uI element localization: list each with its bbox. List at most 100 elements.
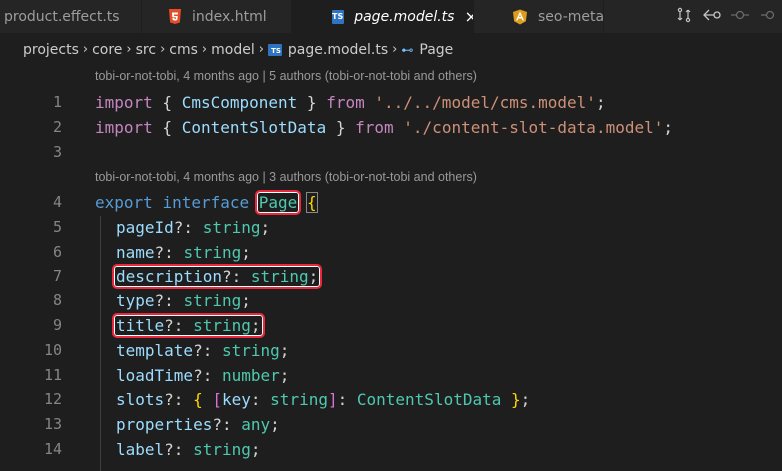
keyword: interface bbox=[162, 192, 250, 212]
punctuation: ?: bbox=[212, 414, 242, 434]
chevron-right-icon: › bbox=[258, 42, 264, 57]
breadcrumb-item-file[interactable]: TS page.model.ts bbox=[267, 42, 388, 58]
breadcrumb-item-src[interactable]: src bbox=[136, 42, 156, 58]
tab-label: seo-meta.s bbox=[538, 8, 604, 25]
line-number: 8 bbox=[52, 291, 62, 309]
index-key: key bbox=[222, 389, 251, 409]
string-literal: './content-slot-data.model' bbox=[403, 117, 664, 137]
tab-page-model[interactable]: TS page.model.ts × bbox=[292, 0, 474, 33]
punctuation: ; bbox=[241, 242, 251, 262]
tab-label: product.effect.ts bbox=[4, 8, 120, 25]
line-content: loadTime?: number; bbox=[116, 366, 289, 385]
chevron-right-icon: › bbox=[160, 42, 166, 57]
punctuation: ?: bbox=[193, 340, 222, 360]
punctuation: { bbox=[152, 92, 182, 112]
punctuation: ?: bbox=[164, 439, 194, 459]
line-content: template?: string; bbox=[116, 341, 289, 360]
angular-icon bbox=[512, 9, 528, 25]
breadcrumb-item-core[interactable]: core bbox=[92, 42, 122, 58]
property-name: loadTime bbox=[116, 365, 194, 385]
brace: } bbox=[511, 389, 521, 409]
line-number: 6 bbox=[52, 243, 62, 261]
keyword: from bbox=[355, 117, 394, 137]
punctuation: ?: bbox=[193, 365, 222, 385]
line-number: 1 bbox=[52, 93, 62, 111]
typescript-icon: TS bbox=[267, 43, 282, 56]
punctuation: ; bbox=[250, 315, 261, 335]
property-name: description bbox=[116, 266, 222, 286]
type-name: string bbox=[221, 340, 280, 360]
punctuation: ?: bbox=[154, 290, 184, 310]
code-line: 8 type?: string; bbox=[0, 288, 782, 312]
chevron-right-icon: › bbox=[201, 42, 208, 57]
git-next-icon[interactable] bbox=[754, 8, 782, 26]
line-number: 3 bbox=[52, 143, 62, 161]
breadcrumb-item-projects[interactable]: projects bbox=[23, 42, 79, 58]
property-name: label bbox=[116, 439, 165, 459]
line-number: 12 bbox=[43, 390, 62, 408]
code-line: 6 name?: string; bbox=[0, 240, 782, 264]
type-name: string bbox=[193, 315, 251, 335]
punctuation: ; bbox=[595, 92, 606, 112]
code-line: 4 export interface Page { bbox=[0, 189, 782, 215]
git-commit-icon[interactable] bbox=[726, 8, 754, 26]
code-line: 13 properties?: any; bbox=[0, 412, 782, 436]
code-line: 5 pageId?: string; bbox=[0, 215, 782, 239]
type-name: string bbox=[193, 439, 251, 459]
keyword: import bbox=[95, 92, 153, 112]
line-content: name?: string; bbox=[116, 243, 251, 262]
punctuation: } bbox=[326, 117, 356, 137]
type-name: any bbox=[241, 414, 271, 434]
type-name: ContentSlotData bbox=[356, 389, 502, 409]
git-codelens[interactable]: tobi-or-not-tobi, 4 months ago | 3 autho… bbox=[95, 170, 477, 184]
typescript-icon: TS bbox=[332, 9, 345, 24]
breadcrumb-item-cms[interactable]: cms bbox=[169, 42, 198, 58]
punctuation: : bbox=[337, 389, 357, 409]
type-name: number bbox=[221, 365, 280, 385]
property-name: title bbox=[116, 315, 165, 335]
property-name: name bbox=[116, 242, 155, 262]
git-codelens[interactable]: tobi-or-not-tobi, 4 months ago | 5 autho… bbox=[95, 69, 477, 83]
line-number: 9 bbox=[52, 316, 62, 334]
punctuation: ?: bbox=[154, 242, 184, 262]
tab-label: index.html bbox=[192, 8, 267, 25]
tab-product-effect[interactable]: product.effect.ts bbox=[0, 0, 142, 33]
property-name: template bbox=[116, 340, 194, 360]
go-back-icon[interactable] bbox=[698, 8, 726, 26]
breadcrumb-item-symbol[interactable]: ⊷ Page bbox=[401, 42, 453, 58]
line-number: 5 bbox=[52, 218, 62, 236]
line-content: label?: string; bbox=[116, 440, 261, 459]
string-literal: '../../model/cms.model' bbox=[374, 92, 596, 112]
punctuation: ; bbox=[250, 439, 261, 459]
type-name: string bbox=[250, 266, 309, 286]
punctuation: ; bbox=[279, 340, 290, 360]
breadcrumb-symbol-label: Page bbox=[419, 41, 454, 58]
code-line: 2 import { ContentSlotData } from './con… bbox=[0, 115, 782, 139]
type-name: string bbox=[270, 389, 328, 409]
code-line: 11 loadTime?: number; bbox=[0, 363, 782, 387]
open-changes-icon[interactable] bbox=[670, 7, 698, 27]
property-name: type bbox=[116, 290, 155, 310]
punctuation: ?: bbox=[164, 389, 194, 409]
interface-symbol-icon: ⊷ bbox=[401, 42, 414, 57]
punctuation: : bbox=[250, 389, 271, 409]
line-number: 7 bbox=[52, 267, 62, 285]
keyword: import bbox=[95, 117, 153, 137]
line-number: 11 bbox=[43, 366, 62, 384]
tab-index-html[interactable]: index.html bbox=[142, 0, 292, 33]
code-editor[interactable]: tobi-or-not-tobi, 4 months ago | 5 autho… bbox=[0, 66, 782, 471]
punctuation: ; bbox=[308, 266, 319, 286]
brace: { bbox=[193, 389, 203, 409]
line-content: slots?: { [key: string]: ContentSlotData… bbox=[116, 390, 530, 409]
line-content: import { CmsComponent } from '../../mode… bbox=[95, 93, 606, 112]
punctuation: { bbox=[152, 117, 182, 137]
bracket: [ bbox=[212, 389, 222, 409]
breadcrumb-item-model[interactable]: model bbox=[211, 42, 255, 58]
property-name: pageId bbox=[116, 217, 174, 237]
description-line-highlight: description?: string; bbox=[111, 263, 323, 289]
close-icon[interactable]: × bbox=[464, 7, 473, 26]
line-number: 10 bbox=[43, 341, 62, 359]
interface-name-highlight: Page bbox=[254, 189, 301, 215]
editor-actions bbox=[662, 0, 782, 33]
tab-seo-meta[interactable]: seo-meta.s bbox=[474, 0, 604, 33]
